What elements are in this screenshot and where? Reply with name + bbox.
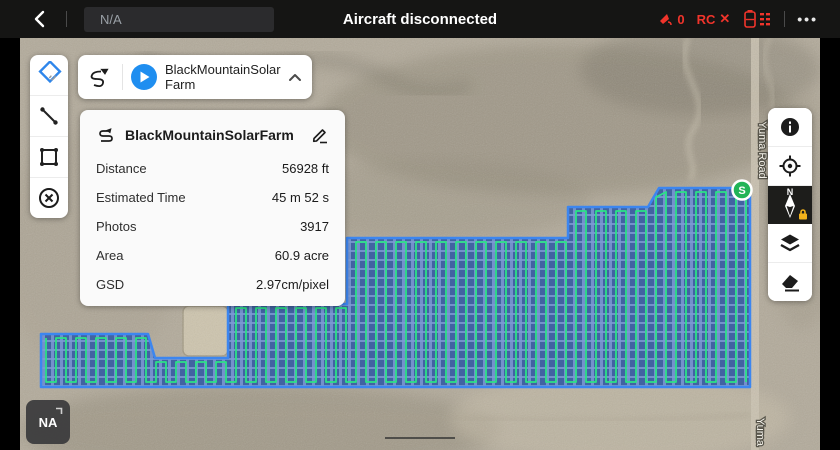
mission-selector-bar[interactable]: BlackMountainSolarFarm [78,55,312,99]
stat-label: Area [96,248,124,263]
cancel-tool-button[interactable] [30,178,68,218]
road-label: Yuma Road [756,121,768,178]
edit-pencil-icon[interactable] [311,126,329,144]
eraser-icon [782,275,799,292]
stat-value: 3917 [300,219,329,234]
map-scale-bar [385,437,455,439]
layers-button[interactable] [768,224,812,263]
stat-label: Estimated Time [96,190,186,205]
play-mission-button[interactable] [131,64,157,90]
battery-status [742,9,772,29]
stat-row-area: Area 60.9 acre [96,248,329,263]
collapse-chevron-icon[interactable] [288,73,302,82]
start-marker[interactable]: S [731,179,753,201]
route-icon [90,68,109,88]
mapping-mission-icon [99,128,113,142]
play-icon [140,71,149,83]
satellite-icon [660,13,673,25]
map-controls-toolbar: N [768,108,812,301]
topbar-divider-right [784,11,786,27]
stat-label: Distance [96,161,147,176]
top-status-bar: N/A Aircraft disconnected 0 RC ✕ ••• [0,0,840,38]
stat-label: GSD [96,277,125,292]
stat-label: Photos [96,219,137,234]
layers-icon [780,234,800,252]
area-polygon-icon [40,148,58,166]
waypoint-diamond-icon [38,61,62,84]
info-icon [781,118,799,136]
satellite-status: 0 [659,11,685,27]
eraser-button[interactable] [768,263,812,301]
waypoint-tool-button[interactable] [30,55,68,96]
panel-mission-title: BlackMountainSolarFarm [125,127,294,143]
lock-icon [799,209,807,220]
app-window: S Yuma Road Yuma N/A Aircraft disconnect… [0,0,840,450]
satellite-count: 0 [677,11,685,27]
selected-mission-name: BlackMountainSolarFarm [165,61,281,92]
stat-row-distance: Distance 56928 ft [96,161,329,176]
rc-disconnected-cross: ✕ [719,11,731,26]
stat-value: 45 m 52 s [271,190,329,205]
mission-name-value: N/A [100,12,122,27]
stat-row-estimated-time: Estimated Time 45 m 52 s [96,190,329,205]
line-mission-icon [40,107,58,125]
compass-north-label: N [786,187,794,197]
stat-value: 60.9 acre [274,248,329,263]
road-label-bottom: Yuma [754,418,766,447]
area-mission-button[interactable] [30,137,68,178]
rc-label: RC [696,11,716,27]
line-mission-button[interactable] [30,96,68,137]
minimap-toggle[interactable]: NA [26,400,70,444]
rc-status: RC ✕ [697,11,731,27]
more-menu-button[interactable]: ••• [797,11,818,27]
mission-info-panel: BlackMountainSolarFarm Distance 56928 ft… [80,110,345,306]
selector-divider [122,64,123,90]
stat-row-photos: Photos 3917 [96,219,329,234]
stat-value: 56928 ft [282,161,329,176]
mission-tools-toolbar [30,55,68,218]
stat-value: 2.97cm/pixel [256,277,329,292]
locate-crosshair-icon [779,155,801,177]
expand-corner-icon [56,407,63,414]
info-button[interactable] [768,108,812,147]
stat-row-gsd: GSD 2.97cm/pixel [96,277,329,292]
minimap-label: NA [38,414,58,430]
compass-lock-button[interactable]: N [768,186,812,224]
topbar-divider [66,11,67,27]
back-chevron-icon [34,10,45,28]
back-button[interactable] [28,8,50,30]
locate-button[interactable] [768,147,812,186]
cancel-circle-icon [39,188,59,208]
battery-icon [744,10,771,28]
mission-name-field[interactable]: N/A [84,7,274,32]
start-marker-label: S [738,185,745,197]
